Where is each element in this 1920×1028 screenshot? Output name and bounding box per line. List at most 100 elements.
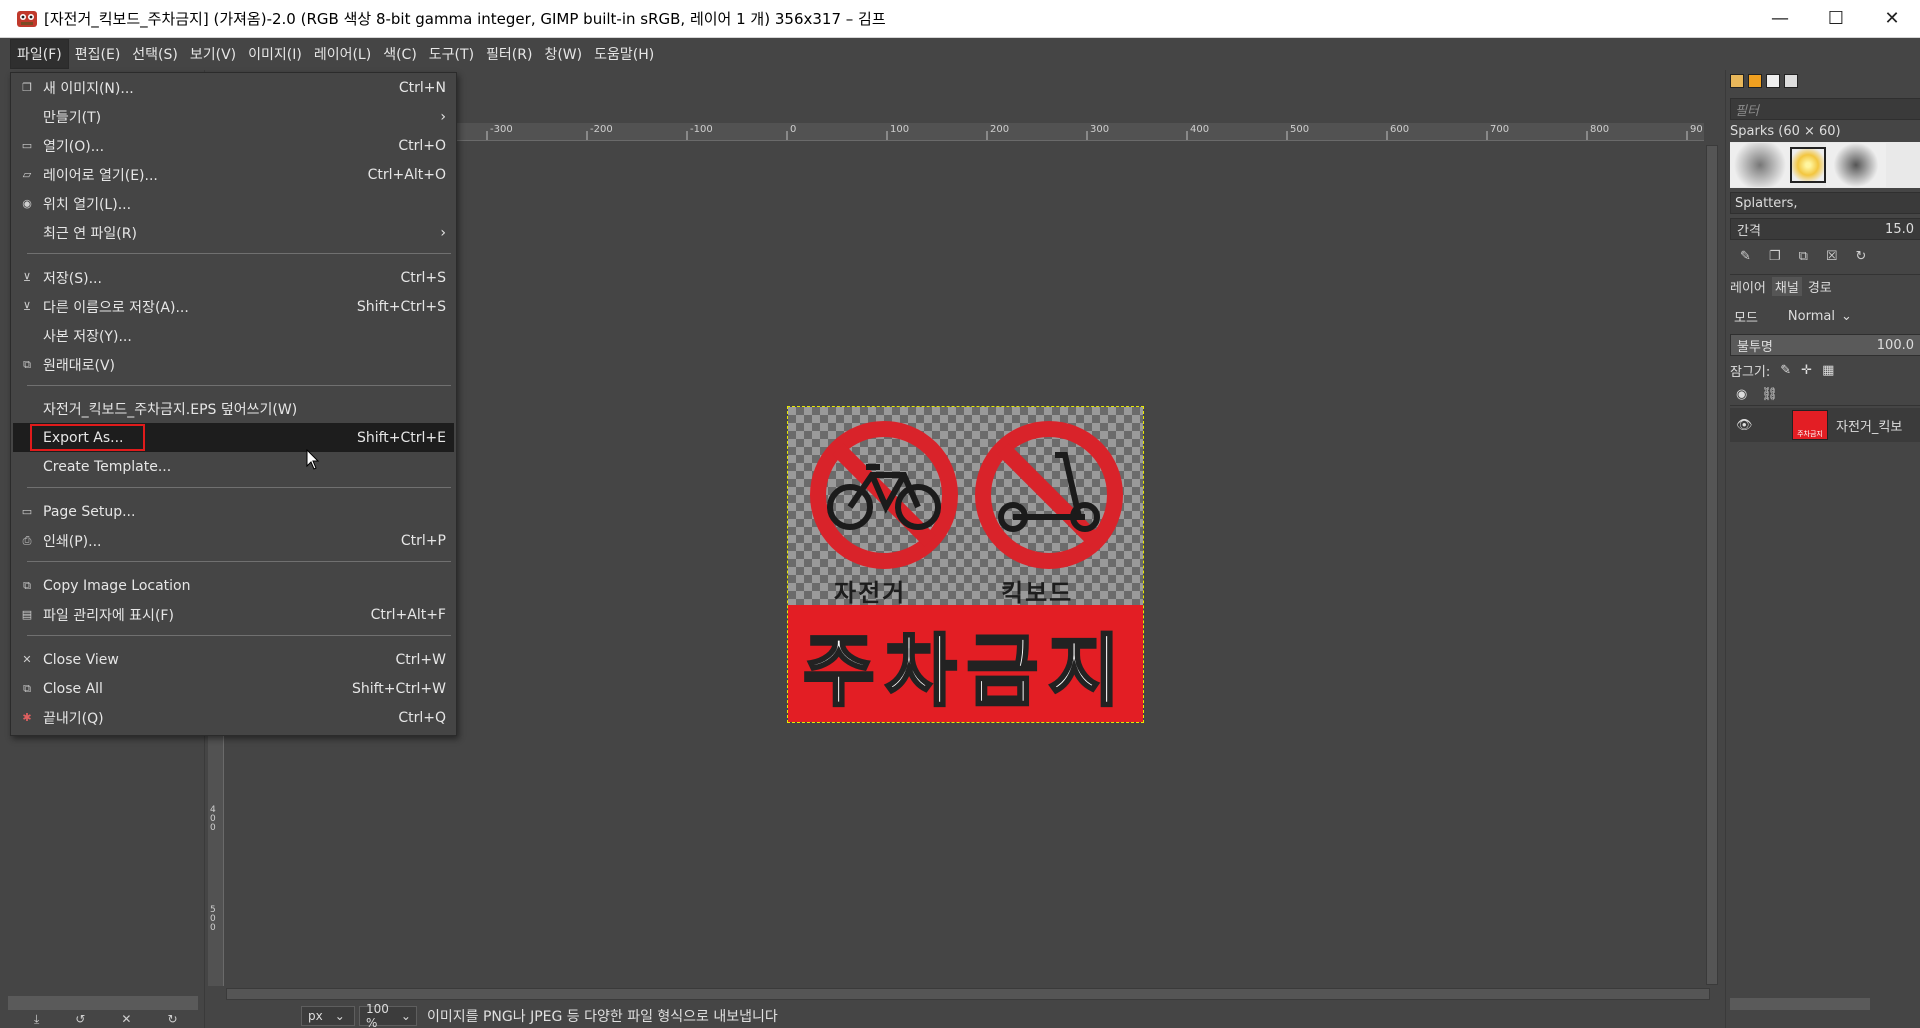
- ruler-label: 4 0 0: [210, 805, 216, 833]
- delete-brush-icon[interactable]: ☒: [1826, 249, 1838, 264]
- chevron-down-icon: ⌄: [334, 1009, 345, 1023]
- horizontal-scrollbar[interactable]: [226, 988, 1710, 1000]
- menu-separator: [27, 487, 451, 488]
- menu-select[interactable]: 선택(S): [126, 40, 184, 68]
- refresh-brushes-icon[interactable]: ↻: [1856, 249, 1867, 264]
- brush-tag-select[interactable]: Splatters,: [1730, 192, 1920, 214]
- tab-paths[interactable]: 경로: [1808, 277, 1832, 296]
- menu-image[interactable]: 이미지(I): [242, 40, 308, 68]
- menu-separator: [27, 635, 451, 636]
- brushes-tab-icon[interactable]: [1730, 74, 1744, 88]
- edit-brush-icon[interactable]: ✎: [1740, 249, 1751, 264]
- restore-tool-preset-icon[interactable]: ↺: [75, 1012, 85, 1028]
- menu-item-close-view[interactable]: ✕ Close View Ctrl+W: [13, 645, 454, 674]
- menu-item-open-location[interactable]: ◉ 위치 열기(L)...: [13, 189, 454, 218]
- save-tool-preset-icon[interactable]: ⤓: [34, 1012, 39, 1028]
- copy-location-icon: ⧉: [23, 578, 31, 592]
- unit-select[interactable]: px ⌄: [301, 1006, 355, 1026]
- toolbox-scrollbar[interactable]: [8, 996, 198, 1010]
- menu-item-close-all[interactable]: ⧉ Close All Shift+Ctrl+W: [13, 674, 454, 703]
- menu-windows[interactable]: 창(W): [538, 40, 588, 68]
- menu-filters[interactable]: 필터(R): [480, 40, 538, 68]
- brush-tag-value: Splatters,: [1735, 195, 1798, 211]
- minimize-button[interactable]: —: [1752, 0, 1808, 38]
- menu-item-open-recent[interactable]: 최근 연 파일(R) ›: [13, 218, 454, 247]
- layer-row[interactable]: 👁 주차금지 자전거_킥보: [1730, 408, 1920, 442]
- menu-item-label: 새 이미지(N)...: [43, 80, 134, 97]
- brush-grid[interactable]: [1730, 142, 1920, 188]
- mode-select[interactable]: Normal ⌄: [1788, 309, 1852, 324]
- brush-thumb-selected[interactable]: [1790, 147, 1826, 183]
- eye-icon[interactable]: 👁: [1736, 418, 1754, 433]
- menu-item-open-as-layers[interactable]: ▱ 레이어로 열기(E)... Ctrl+Alt+O: [13, 160, 454, 189]
- duplicate-brush-icon[interactable]: ⧉: [1799, 249, 1808, 264]
- menu-help[interactable]: 도움말(H): [588, 40, 660, 68]
- menu-item-new-image[interactable]: ❐ 새 이미지(N)... Ctrl+N: [13, 73, 454, 102]
- document-history-tab-icon[interactable]: [1784, 74, 1798, 88]
- zoom-select[interactable]: 100 % ⌄: [359, 1002, 417, 1028]
- menu-item-shortcut: Ctrl+O: [398, 137, 446, 154]
- menu-item-save-as[interactable]: ⊻ 다른 이름으로 저장(A)... Shift+Ctrl+S: [13, 292, 454, 321]
- menu-item-create-template[interactable]: Create Template...: [13, 452, 454, 481]
- menu-item-shortcut: Shift+Ctrl+S: [356, 298, 446, 315]
- brush-thumb[interactable]: [1730, 143, 1790, 187]
- lock-pixels-icon[interactable]: ✎: [1780, 363, 1791, 378]
- layer-mode-row: 모드 Normal ⌄: [1730, 304, 1920, 328]
- brush-actions: ✎ ❐ ⧉ ☒ ↻: [1730, 246, 1920, 266]
- tab-layers[interactable]: 레이어: [1730, 277, 1766, 296]
- menu-item-label: 원래대로(V): [43, 357, 116, 374]
- open-icon: ▭: [21, 139, 33, 152]
- image-canvas[interactable]: 자전거 킥보드 주차금지: [787, 406, 1144, 723]
- patterns-tab-icon[interactable]: [1748, 74, 1762, 88]
- menu-tools[interactable]: 도구(T): [423, 40, 480, 68]
- menu-layer[interactable]: 레이어(L): [308, 40, 377, 68]
- title-bar: [자전거_킥보드_주차금지] (가져옴)-2.0 (RGB 색상 8-bit g…: [0, 0, 1920, 38]
- menu-item-revert[interactable]: ⧉ 원래대로(V): [13, 350, 454, 379]
- menu-item-copy-image-location[interactable]: ⧉ Copy Image Location: [13, 571, 454, 600]
- lock-alpha-icon[interactable]: ▦: [1822, 363, 1834, 378]
- spacing-field[interactable]: 간격 15.0: [1730, 218, 1920, 240]
- opacity-value: 100.0: [1876, 337, 1914, 353]
- tab-channels[interactable]: 채널: [1771, 277, 1802, 296]
- lock-position-icon[interactable]: ✛: [1801, 363, 1812, 378]
- maximize-button[interactable]: ☐: [1808, 0, 1864, 38]
- close-all-icon: ⧉: [23, 681, 31, 695]
- unit-value: px: [308, 1009, 323, 1023]
- menu-item-save-copy[interactable]: 사본 저장(Y)...: [13, 321, 454, 350]
- new-image-icon: ❐: [22, 81, 32, 94]
- menu-item-print[interactable]: ⎙ 인쇄(P)... Ctrl+P: [13, 526, 454, 555]
- layer-name[interactable]: 자전거_킥보: [1836, 416, 1902, 435]
- menu-item-show-in-file-manager[interactable]: ▤ 파일 관리자에 표시(F) Ctrl+Alt+F: [13, 600, 454, 629]
- menu-item-create[interactable]: 만들기(T) ›: [13, 102, 454, 131]
- menu-item-label: 파일 관리자에 표시(F): [43, 607, 174, 624]
- ruler-label: -300: [490, 124, 513, 135]
- vertical-scrollbar[interactable]: [1706, 145, 1718, 985]
- no-kickboard-icon: [975, 421, 1123, 569]
- menu-item-quit[interactable]: ✱ 끝내기(Q) Ctrl+Q: [13, 703, 454, 732]
- right-dock: 필터 Sparks (60 × 60) Splatters, 간격 15.0 ✎…: [1725, 70, 1920, 1028]
- menu-item-label: Copy Image Location: [43, 577, 191, 594]
- brush-thumb[interactable]: [1826, 143, 1886, 187]
- menu-edit[interactable]: 편집(E): [69, 40, 127, 68]
- no-parking-text: 주차금지: [801, 625, 1131, 718]
- menu-view[interactable]: 보기(V): [184, 40, 242, 68]
- menu-item-shortcut: Ctrl+P: [400, 532, 446, 549]
- reset-tool-icon[interactable]: ↻: [167, 1012, 177, 1028]
- delete-tool-preset-icon[interactable]: ✕: [121, 1012, 131, 1028]
- menu-item-shortcut: Ctrl+N: [398, 79, 446, 96]
- menu-item-page-setup[interactable]: ▭ Page Setup...: [13, 497, 454, 526]
- menu-colors[interactable]: 색(C): [377, 40, 423, 68]
- brush-filter-input[interactable]: 필터: [1730, 98, 1920, 120]
- fonts-tab-icon[interactable]: [1766, 74, 1780, 88]
- ruler-label: 0: [790, 124, 797, 135]
- layers-scrollbar[interactable]: [1730, 998, 1870, 1010]
- menu-file[interactable]: 파일(F): [10, 39, 69, 69]
- ruler-label: 800: [1590, 124, 1610, 135]
- menu-item-shortcut: Shift+Ctrl+W: [351, 680, 446, 697]
- new-brush-icon[interactable]: ❐: [1769, 249, 1781, 264]
- menu-item-save[interactable]: ⊻ 저장(S)... Ctrl+S: [13, 263, 454, 292]
- menu-item-open[interactable]: ▭ 열기(O)... Ctrl+O: [13, 131, 454, 160]
- menu-item-overwrite[interactable]: 자전거_킥보드_주차금지.EPS 덮어쓰기(W): [13, 394, 454, 423]
- opacity-field[interactable]: 불투명 100.0: [1730, 334, 1920, 356]
- close-window-button[interactable]: ✕: [1864, 0, 1920, 38]
